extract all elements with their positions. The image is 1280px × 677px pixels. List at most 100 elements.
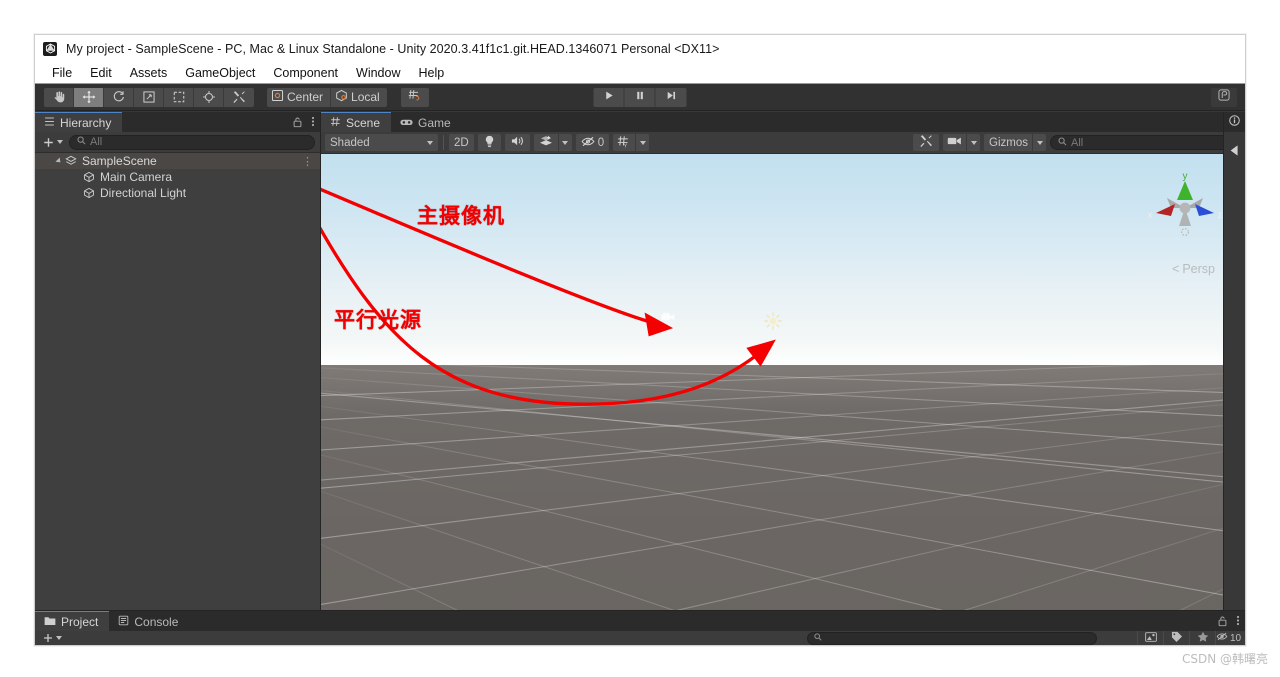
move-tool-button[interactable] bbox=[74, 87, 104, 107]
visibility-toggle-button[interactable]: 10 bbox=[1215, 631, 1241, 645]
custom-tool-button[interactable] bbox=[224, 87, 254, 107]
expand-inspector-button[interactable] bbox=[1229, 144, 1241, 160]
tab-hierarchy[interactable]: Hierarchy bbox=[35, 112, 123, 132]
scene-search-placeholder: All bbox=[1071, 136, 1084, 149]
hierarchy-panel: Hierarchy All SampleScene ⋮ Main Camera … bbox=[35, 112, 321, 645]
favorites-filter-button[interactable] bbox=[1189, 631, 1215, 645]
menu-help[interactable]: Help bbox=[409, 64, 453, 83]
tab-game[interactable]: Game bbox=[391, 112, 462, 132]
hierarchy-search-input[interactable]: All bbox=[69, 134, 315, 150]
project-toolbar: 10 bbox=[35, 631, 1245, 645]
scene-tools-button[interactable] bbox=[913, 134, 940, 151]
scene-grid-dropdown-arrow[interactable] bbox=[635, 134, 650, 151]
label-filter-button[interactable] bbox=[1163, 631, 1189, 645]
main-camera-gizmo[interactable] bbox=[660, 310, 676, 328]
svg-text:y: y bbox=[1183, 171, 1188, 182]
wrench-icon bbox=[232, 90, 246, 104]
chevron-down-icon bbox=[427, 140, 433, 145]
kebab-menu-icon[interactable]: ⋮ bbox=[302, 155, 313, 168]
pause-button[interactable] bbox=[624, 87, 656, 107]
chevron-down-icon[interactable] bbox=[55, 157, 63, 165]
tab-scene[interactable]: Scene bbox=[321, 112, 392, 132]
menu-assets[interactable]: Assets bbox=[121, 64, 177, 83]
hierarchy-tabbar: Hierarchy bbox=[35, 112, 320, 132]
gizmos-button[interactable]: Gizmos bbox=[984, 134, 1032, 151]
scene-hidden-count: 0 bbox=[597, 136, 605, 149]
pivot-mode-button[interactable]: Center bbox=[267, 87, 332, 107]
tab-project[interactable]: Project bbox=[35, 611, 110, 631]
grid-visibility-icon: Y bbox=[617, 135, 631, 151]
scene-axis-gizmo[interactable]: y x z bbox=[1145, 168, 1225, 248]
title-bar: My project - SampleScene - PC, Mac & Lin… bbox=[35, 35, 1245, 63]
project-add-button[interactable] bbox=[40, 632, 64, 644]
lock-icon[interactable] bbox=[1217, 615, 1228, 627]
scene-fx-toggle[interactable] bbox=[533, 134, 558, 151]
handle-rotation-button[interactable]: Local bbox=[331, 87, 387, 107]
scene-projection-label[interactable]: < Persp bbox=[1172, 262, 1215, 276]
hierarchy-item-label: Main Camera bbox=[100, 170, 173, 184]
directional-light-gizmo[interactable] bbox=[764, 312, 782, 335]
step-button[interactable] bbox=[655, 87, 687, 107]
chevron-down-icon bbox=[562, 140, 569, 145]
scene-audio-toggle[interactable] bbox=[504, 134, 530, 151]
packages-filter-button[interactable] bbox=[1137, 631, 1163, 645]
scale-tool-button[interactable] bbox=[134, 87, 164, 107]
tab-inspector[interactable] bbox=[1223, 112, 1245, 132]
menu-edit[interactable]: Edit bbox=[81, 64, 121, 83]
scene-grid-dropdown: Y bbox=[613, 134, 650, 151]
scene-view[interactable]: 主摄像机 平行光源 y x z < Persp bbox=[321, 154, 1245, 645]
menu-file[interactable]: File bbox=[43, 64, 81, 83]
hierarchy-item-directional-light[interactable]: Directional Light bbox=[35, 185, 320, 201]
gizmos-dropdown: Gizmos bbox=[984, 134, 1046, 151]
project-search-input[interactable] bbox=[807, 631, 1097, 645]
rect-tool-button[interactable] bbox=[164, 87, 194, 107]
menu-window[interactable]: Window bbox=[347, 64, 409, 83]
screenshot-root: My project - SampleScene - PC, Mac & Lin… bbox=[0, 0, 1280, 677]
scene-grid-toggle[interactable]: Y bbox=[613, 134, 636, 151]
lock-icon[interactable] bbox=[292, 116, 303, 128]
play-button[interactable] bbox=[593, 87, 625, 107]
gizmos-dropdown-arrow[interactable] bbox=[1032, 134, 1046, 151]
hand-tool-button[interactable] bbox=[44, 87, 74, 107]
scene-hidden-objects-button[interactable]: 0 bbox=[575, 134, 610, 151]
scene-camera-dropdown-arrow[interactable] bbox=[966, 134, 981, 151]
scene-lighting-toggle[interactable] bbox=[477, 134, 501, 151]
image-filter-icon bbox=[1144, 631, 1157, 645]
hierarchy-item-main-camera[interactable]: Main Camera bbox=[35, 169, 320, 185]
menu-gameobject[interactable]: GameObject bbox=[176, 64, 264, 83]
chevron-left-icon: < bbox=[1172, 262, 1180, 276]
scene-fx-dropdown-arrow[interactable] bbox=[557, 134, 572, 151]
svg-text:x: x bbox=[1148, 210, 1153, 221]
hierarchy-add-button[interactable] bbox=[40, 136, 65, 149]
search-icon bbox=[814, 632, 822, 644]
scene-camera-button[interactable] bbox=[943, 134, 967, 151]
pivot-mode-label: Center bbox=[287, 90, 324, 104]
grid-snap-button[interactable] bbox=[400, 87, 429, 107]
pause-icon bbox=[634, 88, 645, 106]
rotate-tool-button[interactable] bbox=[104, 87, 134, 107]
kebab-menu-icon[interactable] bbox=[1236, 614, 1240, 627]
menu-bar: File Edit Assets GameObject Component Wi… bbox=[35, 63, 1245, 84]
scene-tools-icon bbox=[919, 134, 933, 151]
chevron-down-icon bbox=[639, 140, 646, 145]
project-console-panel: Project Console 10 bbox=[35, 610, 1245, 645]
draw-mode-dropdown[interactable]: Shaded bbox=[325, 134, 438, 151]
menu-component[interactable]: Component bbox=[264, 64, 347, 83]
gameobject-icon bbox=[83, 171, 95, 183]
inspector-collapsed-strip bbox=[1223, 112, 1245, 645]
tab-console-label: Console bbox=[134, 614, 179, 629]
collab-button[interactable] bbox=[1211, 87, 1237, 107]
tab-console[interactable]: Console bbox=[109, 611, 189, 631]
transform-tool-button[interactable] bbox=[194, 87, 224, 107]
toggle-2d-button[interactable]: 2D bbox=[449, 134, 474, 151]
gizmos-label: Gizmos bbox=[989, 136, 1028, 149]
scene-search-input[interactable]: All bbox=[1050, 135, 1241, 150]
unity-collab-icon bbox=[1217, 88, 1231, 107]
camera-gizmo-icon bbox=[660, 310, 676, 327]
scene-fx-dropdown bbox=[533, 134, 572, 151]
unity-editor-window: My project - SampleScene - PC, Mac & Lin… bbox=[34, 34, 1246, 646]
toggle-2d-label: 2D bbox=[454, 136, 469, 149]
scale-icon bbox=[142, 90, 156, 104]
kebab-menu-icon[interactable] bbox=[311, 115, 315, 128]
hierarchy-item-samplescene[interactable]: SampleScene ⋮ bbox=[35, 153, 320, 169]
